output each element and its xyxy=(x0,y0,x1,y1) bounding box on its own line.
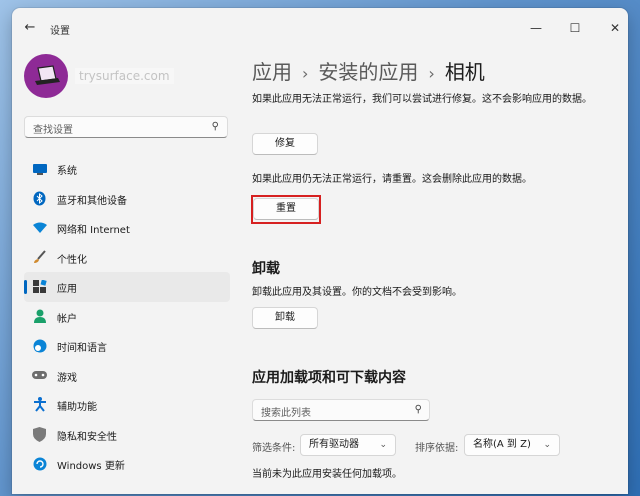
filter-label: 筛选条件: xyxy=(252,443,296,454)
reset-description: 如果此应用仍无法正常运行，请重置。这会删除此应用的数据。 xyxy=(252,174,532,185)
sidebar-item-label: 应用 xyxy=(57,284,77,295)
shield-icon xyxy=(32,426,47,442)
search-icon: ⚲ xyxy=(211,121,219,132)
brush-icon xyxy=(32,250,47,265)
filter-value: 所有驱动器 xyxy=(309,439,359,450)
breadcrumb-installed-apps[interactable]: 安装的应用 xyxy=(318,60,418,84)
sidebar-item-apps[interactable]: 应用 xyxy=(24,272,230,302)
repair-button[interactable]: 修复 xyxy=(252,133,318,155)
filter-dropdown[interactable]: 所有驱动器 ⌄ xyxy=(300,434,396,456)
clock-globe-icon xyxy=(32,338,47,353)
settings-window: ← 设置 — ☐ ✕ trysurface.com 查找设置 ⚲ 系统 蓝牙和其… xyxy=(12,8,628,494)
sidebar-item-windows-update[interactable]: Windows 更新 xyxy=(24,449,230,479)
sort-label: 排序依据: xyxy=(415,443,459,454)
breadcrumb: 应用 › 安装的应用 › 相机 xyxy=(252,56,485,85)
close-button[interactable]: ✕ xyxy=(605,18,625,38)
laptop-icon xyxy=(35,65,60,85)
chevron-down-icon: ⌄ xyxy=(543,440,551,450)
sort-dropdown[interactable]: 名称(A 到 Z) ⌄ xyxy=(464,434,560,456)
sort-value: 名称(A 到 Z) xyxy=(473,439,531,450)
settings-search-input[interactable]: 查找设置 ⚲ xyxy=(24,116,228,138)
sidebar-nav: 系统 蓝牙和其他设备 网络和 Internet 个性化 应用 帐户 时间和语言 xyxy=(24,154,230,479)
page-title: 相机 xyxy=(444,60,485,84)
search-icon: ⚲ xyxy=(414,404,422,415)
addons-search-input[interactable]: 搜索此列表 ⚲ xyxy=(252,399,430,421)
addons-empty-message: 当前未为此应用安装任何加载项。 xyxy=(252,469,402,480)
sidebar-item-time-language[interactable]: 时间和语言 xyxy=(24,331,230,361)
maximize-button[interactable]: ☐ xyxy=(565,18,585,38)
system-icon xyxy=(32,161,47,176)
repair-description: 如果此应用无法正常运行，我们可以尝试进行修复。这不会影响应用的数据。 xyxy=(252,94,592,105)
sidebar-item-label: 个性化 xyxy=(57,254,87,266)
sidebar-item-network[interactable]: 网络和 Internet xyxy=(24,213,230,243)
title-bar: ← 设置 — ☐ ✕ xyxy=(12,8,628,48)
search-placeholder: 查找设置 xyxy=(33,125,73,136)
accessibility-icon xyxy=(32,397,47,412)
breadcrumb-apps[interactable]: 应用 xyxy=(252,60,292,84)
sidebar-item-label: Windows 更新 xyxy=(57,461,125,472)
wifi-icon xyxy=(32,220,47,235)
minimize-button[interactable]: — xyxy=(526,18,546,38)
sidebar-item-privacy[interactable]: 隐私和安全性 xyxy=(24,420,230,450)
chevron-down-icon: ⌄ xyxy=(379,440,387,450)
account-icon xyxy=(32,309,47,324)
sidebar-item-label: 系统 xyxy=(57,166,77,177)
sidebar-item-system[interactable]: 系统 xyxy=(24,154,230,184)
avatar[interactable] xyxy=(24,54,68,98)
apps-icon xyxy=(32,279,47,294)
sidebar-item-accessibility[interactable]: 辅助功能 xyxy=(24,390,230,420)
uninstall-button[interactable]: 卸载 xyxy=(252,307,318,329)
back-arrow-icon[interactable]: ← xyxy=(22,20,38,36)
gamepad-icon xyxy=(32,368,47,383)
sidebar-item-label: 辅助功能 xyxy=(57,402,97,413)
sidebar-item-label: 隐私和安全性 xyxy=(57,431,117,443)
app-title: 设置 xyxy=(50,26,70,37)
sidebar-item-gaming[interactable]: 游戏 xyxy=(24,361,230,391)
sidebar-item-label: 蓝牙和其他设备 xyxy=(57,195,127,207)
sidebar-item-label: 网络和 Internet xyxy=(57,225,130,236)
sidebar-item-label: 游戏 xyxy=(57,372,77,384)
search-placeholder: 搜索此列表 xyxy=(261,408,311,419)
uninstall-description: 卸载此应用及其设置。你的文档不会受到影响。 xyxy=(252,287,462,298)
sidebar-item-accounts[interactable]: 帐户 xyxy=(24,302,230,332)
sidebar-item-personalization[interactable]: 个性化 xyxy=(24,243,230,273)
addons-heading: 应用加载项和可下载内容 xyxy=(252,370,406,386)
reset-highlight-box xyxy=(251,195,321,224)
bluetooth-icon xyxy=(32,191,47,206)
sidebar-item-label: 帐户 xyxy=(57,313,77,325)
sidebar-item-bluetooth[interactable]: 蓝牙和其他设备 xyxy=(24,184,230,214)
update-icon xyxy=(32,456,47,471)
user-name: trysurface.com xyxy=(75,68,174,84)
sidebar-item-label: 时间和语言 xyxy=(57,343,107,354)
uninstall-heading: 卸载 xyxy=(252,261,280,277)
breadcrumb-separator: › xyxy=(428,64,435,83)
breadcrumb-separator: › xyxy=(302,64,309,83)
